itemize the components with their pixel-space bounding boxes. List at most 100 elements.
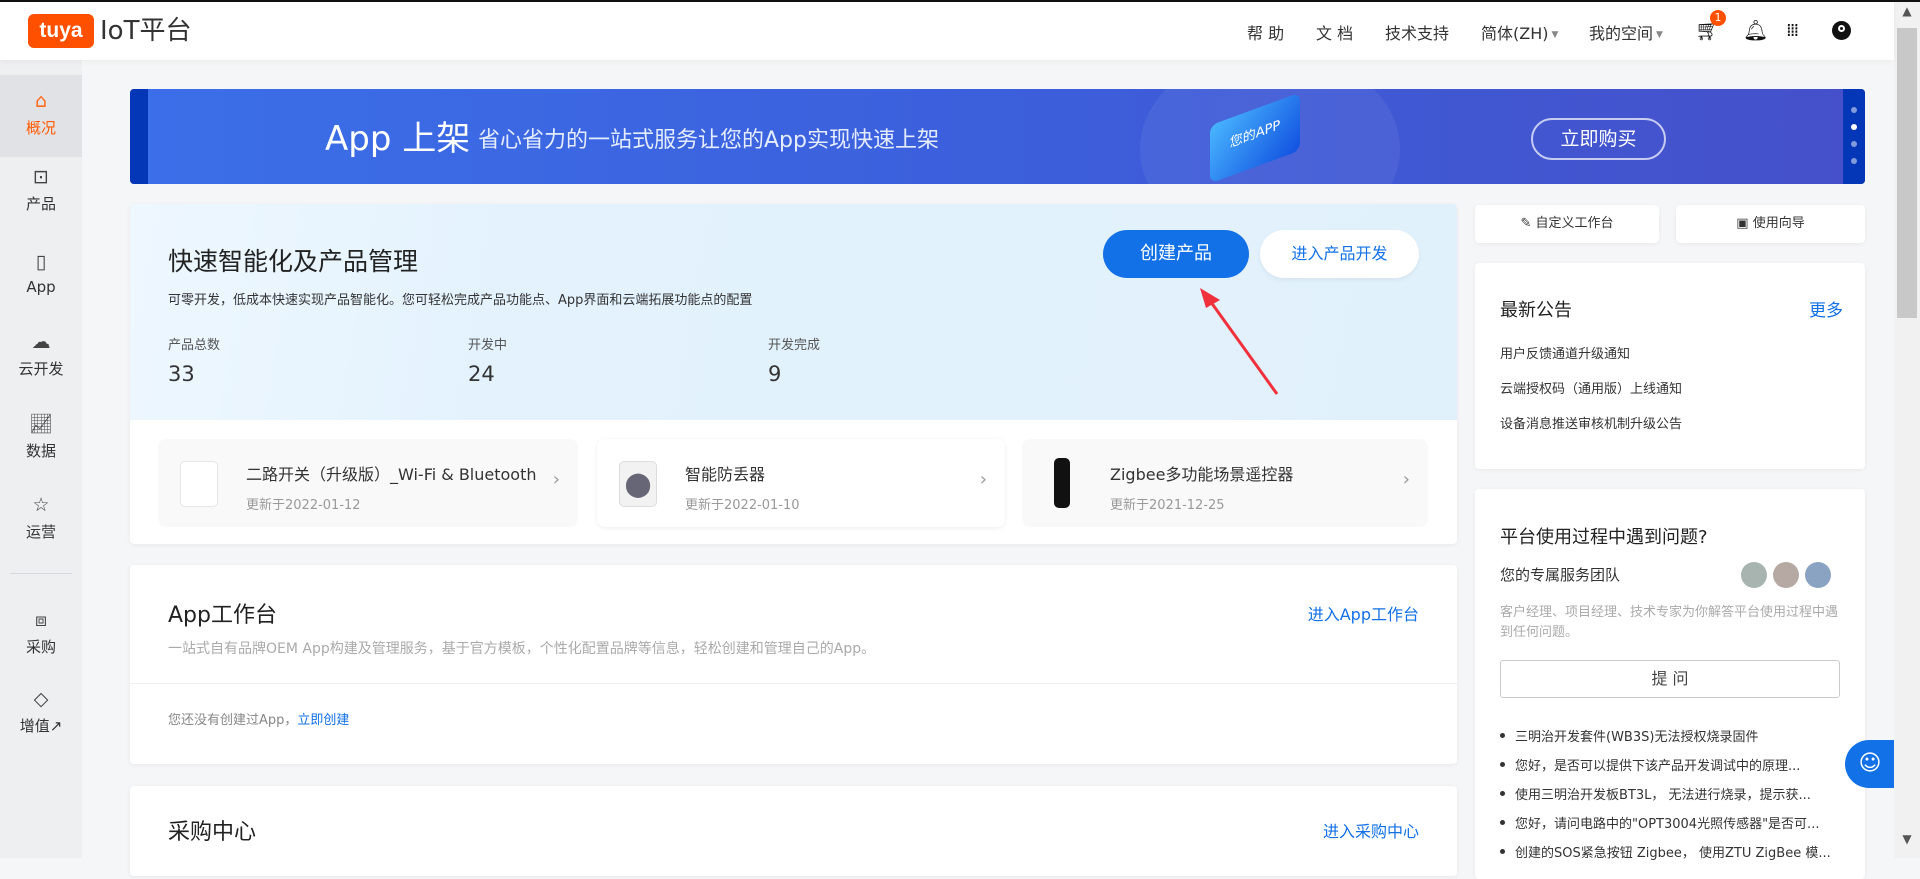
question-item[interactable]: 创建的SOS紧急按钮 Zigbee， 使用ZTU ZigBee 模... — [1500, 842, 1845, 871]
purchase-title: 采购中心 — [168, 820, 257, 845]
guide-label: 使用向导 — [1752, 216, 1805, 231]
product-card[interactable]: Zigbee多功能场景遥控器 更新于2021-12-25 › — [1022, 439, 1428, 527]
avatar — [1741, 562, 1767, 588]
purchase-center-card: 采购中心 进入采购中心 — [130, 786, 1457, 876]
bell-icon[interactable]: 🔔︎ — [1743, 18, 1768, 42]
sidebar-item-value-added[interactable]: ◇ 增值↗ — [0, 687, 82, 736]
home-icon: ⌂ — [34, 90, 48, 112]
notices-card: 最新公告 更多 用户反馈通道升级通知 云端授权码（通用版）上线通知 设备消息推送… — [1475, 263, 1865, 469]
cloud-icon: ☁︎ — [31, 331, 51, 353]
sidebar-item-label: 增值↗ — [19, 717, 63, 735]
buy-now-button[interactable]: 立即购买 — [1531, 118, 1666, 160]
cart-badge: 1 — [1710, 10, 1726, 26]
notice-item[interactable]: 用户反馈通道升级通知 — [1500, 343, 1630, 362]
sidebar-item-product[interactable]: ⊡ 产品 — [0, 165, 82, 214]
customize-label: 自定义工作台 — [1535, 216, 1614, 231]
question-item[interactable]: 三明治开发套件(WB3S)无法授权烧录固件 — [1500, 726, 1845, 755]
tuya-logo[interactable]: tuya — [28, 14, 94, 48]
help-title: 平台使用过程中遇到问题? — [1500, 527, 1708, 548]
stat-value-completed: 9 — [768, 362, 782, 386]
scrollbar[interactable]: ▲ ▼ — [1894, 2, 1920, 858]
promo-banner[interactable]: App 上架 省心省力的一站式服务让您的App实现快速上架 您的APP 立即购买 — [130, 89, 1865, 184]
platform-title: IoT平台 — [100, 16, 192, 46]
product-date: 更新于2022-01-12 — [246, 498, 361, 513]
nav-docs[interactable]: 文 档 — [1316, 20, 1353, 44]
product-name: 二路开关（升级版）_Wi-Fi & Bluetooth — [246, 465, 537, 484]
pager-dot-active[interactable] — [1851, 124, 1857, 130]
app-workbench-card: App工作台 进入App工作台 一站式自有品牌OEM App构建及管理服务，基于… — [130, 565, 1457, 764]
notice-item[interactable]: 云端授权码（通用版）上线通知 — [1500, 378, 1682, 397]
top-header: tuya IoT平台 帮 助 文 档 技术支持 简体(ZH) ▼ 我的空间 ▼ 🛒︎… — [0, 2, 1894, 60]
team-avatars — [1735, 562, 1831, 592]
sidebar-item-overview[interactable]: ⌂ 概况 — [0, 75, 82, 157]
chevron-right-icon: › — [1402, 469, 1410, 490]
box-icon: ⧈ — [34, 609, 48, 631]
sidebar-item-app[interactable]: ▯ App — [0, 250, 82, 296]
notices-more-link[interactable]: 更多 — [1809, 296, 1843, 321]
question-item[interactable]: 您好，请问电路中的"OPT3004光照传感器"是否可... — [1500, 813, 1845, 842]
pager-dot[interactable] — [1851, 141, 1857, 147]
enter-product-dev-button[interactable]: 进入产品开发 — [1260, 230, 1419, 278]
sidebar-item-cloud[interactable]: ☁︎ 云开发 — [0, 330, 82, 379]
sidebar-item-data[interactable]: 📈︎ 数据 — [0, 412, 82, 461]
scroll-down-icon[interactable]: ▼ — [1894, 832, 1920, 854]
nav-support[interactable]: 技术支持 — [1385, 20, 1449, 44]
product-card[interactable]: ⬤ 智能防丢器 更新于2022-01-10 › — [597, 439, 1005, 527]
create-app-link[interactable]: 立即创建 — [297, 713, 349, 728]
stat-label-completed: 开发完成 — [768, 338, 821, 353]
nav-my-space[interactable]: 我的空间 ▼ — [1589, 20, 1663, 44]
team-label: 您的专属服务团队 — [1500, 566, 1621, 584]
question-item[interactable]: 您好，是否可以提供下该产品开发调试中的原理... — [1500, 755, 1845, 784]
stat-value-developing: 24 — [468, 362, 495, 386]
product-name: 智能防丢器 — [685, 465, 766, 484]
language-label: 简体(ZH) — [1481, 24, 1549, 43]
nav-help[interactable]: 帮 助 — [1247, 20, 1284, 44]
notice-item[interactable]: 设备消息推送审核机制升级公告 — [1500, 413, 1682, 432]
create-product-button[interactable]: 创建产品 — [1103, 230, 1249, 278]
question-item[interactable]: 使用三明治开发板BT3L， 无法进行烧录，提示获... — [1500, 784, 1845, 813]
apps-grid-icon[interactable]: ⁞⁞⁞ — [1786, 20, 1799, 41]
scroll-up-icon[interactable]: ▲ — [1894, 4, 1920, 26]
pager-dot[interactable] — [1851, 158, 1857, 164]
bookmark-star-icon: ☆ — [32, 494, 50, 516]
pager-dot[interactable] — [1851, 107, 1857, 113]
terminal-icon: ⊡ — [33, 166, 49, 188]
caret-down-icon: ▼ — [1551, 30, 1559, 40]
product-mgmt-title: 快速智能化及产品管理 — [168, 247, 419, 276]
sidebar-divider — [10, 573, 72, 574]
sidebar-item-label: 云开发 — [18, 360, 64, 378]
caret-down-icon: ▼ — [1656, 30, 1663, 40]
stat-label-total: 产品总数 — [168, 338, 221, 353]
sidebar-item-operations[interactable]: ☆ 运营 — [0, 493, 82, 542]
usage-guide-button[interactable]: ▣ 使用向导 — [1676, 205, 1865, 243]
scrollbar-thumb[interactable] — [1897, 28, 1917, 318]
divider — [130, 683, 1457, 684]
chart-icon: 📈︎ — [28, 413, 54, 435]
help-desc: 客户经理、项目经理、技术专家为你解答平台使用过程中遇到任何问题。 — [1500, 605, 1839, 640]
avatar — [1805, 562, 1831, 588]
enter-app-workbench-link[interactable]: 进入App工作台 — [1308, 601, 1419, 625]
stat-value-total: 33 — [168, 362, 195, 386]
nav-language[interactable]: 简体(ZH) ▼ — [1481, 20, 1558, 44]
sidebar: ⌂ 概况 ⊡ 产品 ▯ App ☁︎ 云开发 📈︎ 数据 ☆ 运营 ⧈ 采购 ◇ 增值↗ — [0, 60, 82, 858]
sidebar-item-label: 概况 — [25, 119, 56, 137]
no-app-label: 您还没有创建过App， — [168, 713, 298, 728]
app-workbench-title: App工作台 — [168, 603, 277, 628]
customize-workbench-button[interactable]: ✎ 自定义工作台 — [1475, 205, 1659, 243]
stat-label-developing: 开发中 — [468, 338, 508, 353]
sidebar-item-purchase[interactable]: ⧈ 采购 — [0, 608, 82, 657]
product-mgmt-desc: 可零开发，低成本快速实现产品智能化。您可轻松完成产品功能点、App界面和云端拓展… — [168, 293, 753, 308]
annotation-arrow — [1200, 288, 1279, 395]
enter-purchase-link[interactable]: 进入采购中心 — [1323, 818, 1419, 842]
remote-thumbnail — [1054, 458, 1070, 508]
chat-support-icon[interactable]: ☺ — [1845, 740, 1895, 788]
edit-icon: ✎ — [1520, 216, 1536, 231]
my-space-label: 我的空间 — [1589, 24, 1654, 43]
ask-question-button[interactable]: 提 问 — [1500, 660, 1840, 698]
chevron-right-icon: › — [552, 469, 560, 490]
user-avatar-icon[interactable] — [1832, 21, 1851, 40]
sidebar-item-label: 运营 — [25, 523, 56, 541]
question-list: 三明治开发套件(WB3S)无法授权烧录固件 您好，是否可以提供下该产品开发调试中… — [1500, 726, 1845, 871]
product-card[interactable]: 二路开关（升级版）_Wi-Fi & Bluetooth 更新于2022-01-1… — [158, 439, 578, 527]
avatar — [1773, 562, 1799, 588]
